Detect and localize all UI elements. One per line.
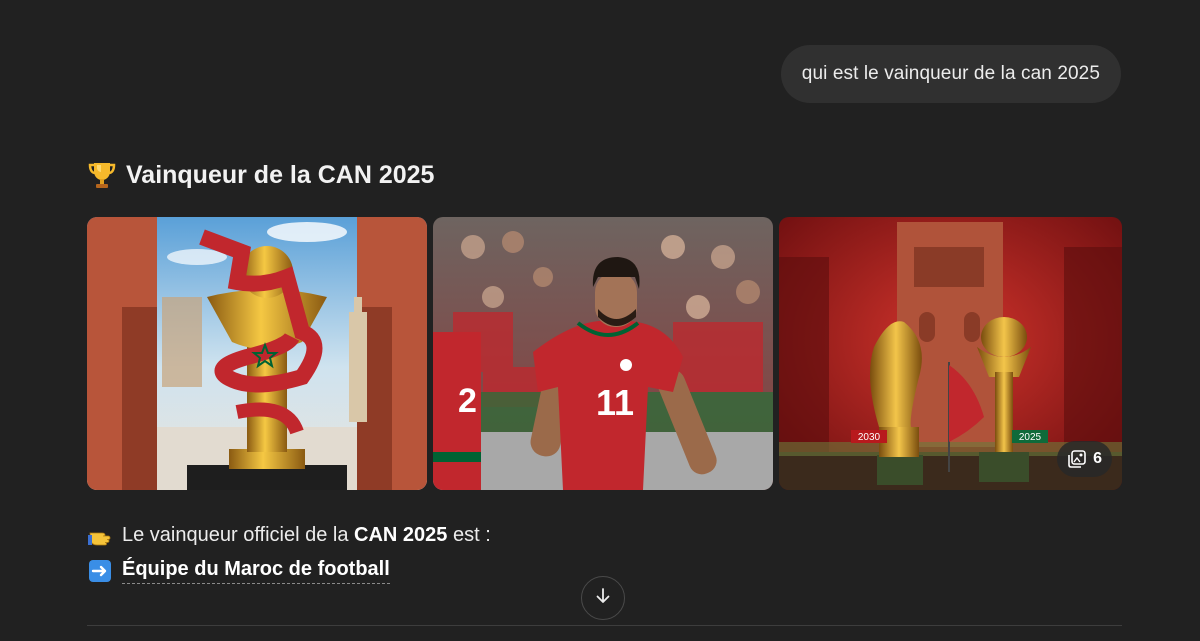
answer-intro-prefix: Le vainqueur officiel de la bbox=[122, 523, 355, 546]
gallery-icon bbox=[1067, 449, 1087, 469]
answer-title: Vainqueur de la CAN 2025 bbox=[126, 160, 435, 189]
composer-divider bbox=[87, 625, 1122, 626]
answer-heading: Vainqueur de la CAN 2025 bbox=[88, 160, 434, 190]
right-arrow-icon bbox=[88, 559, 112, 583]
trophy-tag-2030: 2030 bbox=[858, 432, 881, 443]
scroll-to-bottom-button[interactable] bbox=[581, 576, 625, 620]
trophy-tag-2025: 2025 bbox=[1019, 432, 1042, 443]
answer-intro-suffix: est : bbox=[447, 523, 491, 546]
pointing-hand-icon bbox=[88, 523, 112, 547]
user-message-bubble: qui est le vainqueur de la can 2025 bbox=[780, 45, 1121, 103]
morocco-player-number-11-image[interactable]: 2 11 bbox=[433, 217, 773, 490]
user-message-text: qui est le vainqueur de la can 2025 bbox=[801, 63, 1100, 84]
answer-line-intro: Le vainqueur officiel de la CAN 2025 est… bbox=[88, 523, 491, 547]
can-trophy-morocco-flag-image[interactable] bbox=[87, 217, 427, 490]
chat-view: qui est le vainqueur de la can 2025 Vain… bbox=[0, 0, 1200, 641]
arrow-down-icon bbox=[593, 586, 613, 611]
trophy-icon bbox=[88, 160, 116, 190]
answer-line-winner: Équipe du Maroc de football bbox=[88, 558, 390, 584]
winner-link[interactable]: Équipe du Maroc de football bbox=[122, 558, 390, 584]
image-gallery: 2 11 2030 2025 6 bbox=[87, 217, 1122, 490]
jersey-number-2: 2 bbox=[458, 382, 477, 420]
world-cup-and-can-trophies-image[interactable]: 2030 2025 6 bbox=[779, 217, 1122, 490]
more-images-count: 6 bbox=[1093, 450, 1102, 467]
more-images-button[interactable]: 6 bbox=[1057, 441, 1112, 477]
jersey-number-11: 11 bbox=[596, 382, 634, 423]
answer-intro-bold: CAN 2025 bbox=[354, 523, 448, 546]
